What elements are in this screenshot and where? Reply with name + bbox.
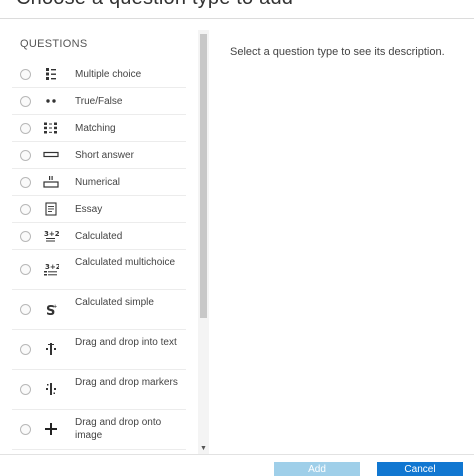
question-type-label: Calculated multichoice xyxy=(75,257,176,268)
radio-true-false[interactable] xyxy=(20,96,31,107)
radio-calculated-multichoice[interactable] xyxy=(20,264,31,275)
short-answer-icon xyxy=(43,148,59,162)
question-type-label: Numerical xyxy=(75,177,121,188)
scrollbar-thumb[interactable] xyxy=(200,34,207,318)
question-list-scrollbar[interactable]: ▼ xyxy=(198,30,209,454)
question-type-label: Multiple choice xyxy=(75,69,142,80)
question-type-label: Matching xyxy=(75,123,116,134)
scroll-down-arrow-icon[interactable]: ▼ xyxy=(200,445,207,452)
essay-icon xyxy=(43,202,59,216)
calculated-icon: 3+2 xyxy=(43,229,59,243)
drag-drop-image-icon xyxy=(43,422,59,436)
svg-text:3+2: 3+2 xyxy=(45,263,59,271)
question-type-short-answer[interactable]: Short answer xyxy=(12,141,186,169)
radio-drag-drop-image[interactable] xyxy=(20,424,31,435)
questions-header: QUESTIONS xyxy=(20,38,88,50)
question-type-calculated-multichoice[interactable]: 3+2 Calculated multichoice xyxy=(12,249,186,290)
dialog-header: Choose a question type to add xyxy=(0,0,474,19)
radio-multiple-choice[interactable] xyxy=(20,69,31,80)
svg-text:+: + xyxy=(53,304,57,310)
question-type-essay[interactable]: Essay xyxy=(12,195,186,223)
question-type-label: True/False xyxy=(75,96,123,107)
drag-drop-text-icon xyxy=(43,342,59,356)
matching-icon xyxy=(43,121,59,135)
question-description-pane: Select a question type to see its descri… xyxy=(220,30,460,454)
radio-calculated-simple[interactable] xyxy=(20,304,31,315)
question-type-label: Short answer xyxy=(75,150,134,161)
question-type-multiple-choice[interactable]: Multiple choice xyxy=(12,60,186,88)
question-type-label: Drag and drop into text xyxy=(75,337,177,348)
question-type-label: Drag and drop onto image xyxy=(75,417,162,441)
numerical-icon xyxy=(43,175,59,189)
question-type-calculated[interactable]: 3+2 Calculated xyxy=(12,222,186,250)
question-type-label: Essay xyxy=(75,204,103,215)
question-type-matching[interactable]: Matching xyxy=(12,114,186,142)
svg-text:3+2: 3+2 xyxy=(44,230,59,238)
calculated-multichoice-icon: 3+2 xyxy=(43,262,59,276)
drag-drop-markers-icon xyxy=(43,382,59,396)
radio-matching[interactable] xyxy=(20,123,31,134)
radio-essay[interactable] xyxy=(20,204,31,215)
radio-drag-drop-text[interactable] xyxy=(20,344,31,355)
question-type-description: Select a question type to see its descri… xyxy=(230,46,445,58)
question-type-label: Drag and drop markers xyxy=(75,377,178,388)
question-type-numerical[interactable]: Numerical xyxy=(12,168,186,196)
question-type-calculated-simple[interactable]: S + Calculated simple xyxy=(12,289,186,330)
question-type-drag-drop-image[interactable]: Drag and drop onto image xyxy=(12,409,186,450)
radio-drag-drop-markers[interactable] xyxy=(20,384,31,395)
question-type-label: Calculated xyxy=(75,231,123,242)
question-type-list-pane: QUESTIONS Multiple choice True/False Mat… xyxy=(12,30,209,454)
question-type-drag-drop-markers[interactable]: Drag and drop markers xyxy=(12,369,186,410)
dialog-title: Choose a question type to add xyxy=(16,0,293,10)
question-type-label: Calculated simple xyxy=(75,297,154,308)
radio-short-answer[interactable] xyxy=(20,150,31,161)
radio-numerical[interactable] xyxy=(20,177,31,188)
question-type-true-false[interactable]: True/False xyxy=(12,87,186,115)
question-chooser-dialog: Choose a question type to add QUESTIONS … xyxy=(0,0,474,476)
calculated-simple-icon: S + xyxy=(43,302,59,316)
true-false-icon xyxy=(43,94,59,108)
question-type-drag-drop-text[interactable]: Drag and drop into text xyxy=(12,329,186,370)
radio-calculated[interactable] xyxy=(20,231,31,242)
multiple-choice-icon xyxy=(43,67,59,81)
dialog-footer: Add Cancel xyxy=(0,454,474,476)
